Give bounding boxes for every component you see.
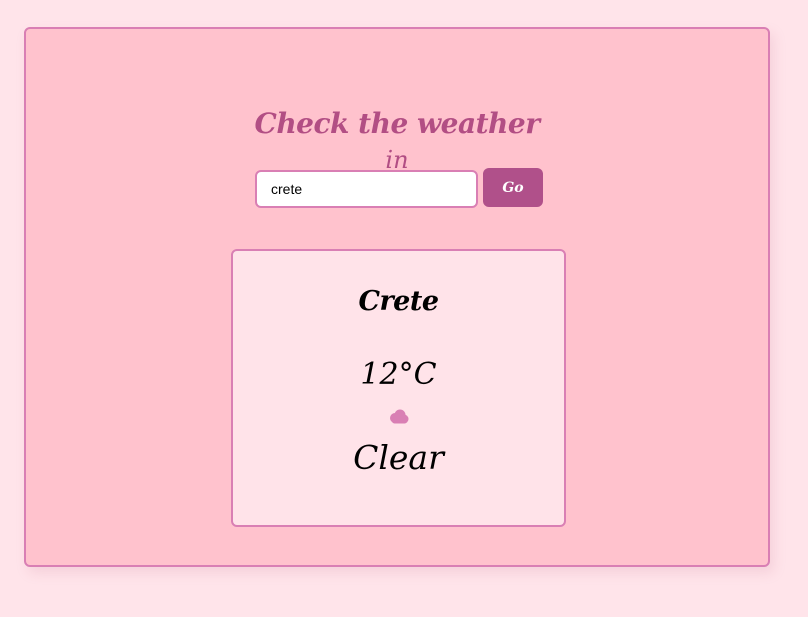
- city-search-input[interactable]: [255, 170, 478, 208]
- cloud-icon: [388, 409, 410, 425]
- go-button[interactable]: Go: [483, 168, 543, 207]
- temperature-value: 12°C: [360, 357, 437, 392]
- weather-result-card: Crete 12°C Clear: [231, 249, 566, 527]
- page-title: Check the weather: [254, 107, 540, 140]
- weather-condition: Clear: [353, 438, 444, 477]
- city-name: Crete: [358, 286, 439, 317]
